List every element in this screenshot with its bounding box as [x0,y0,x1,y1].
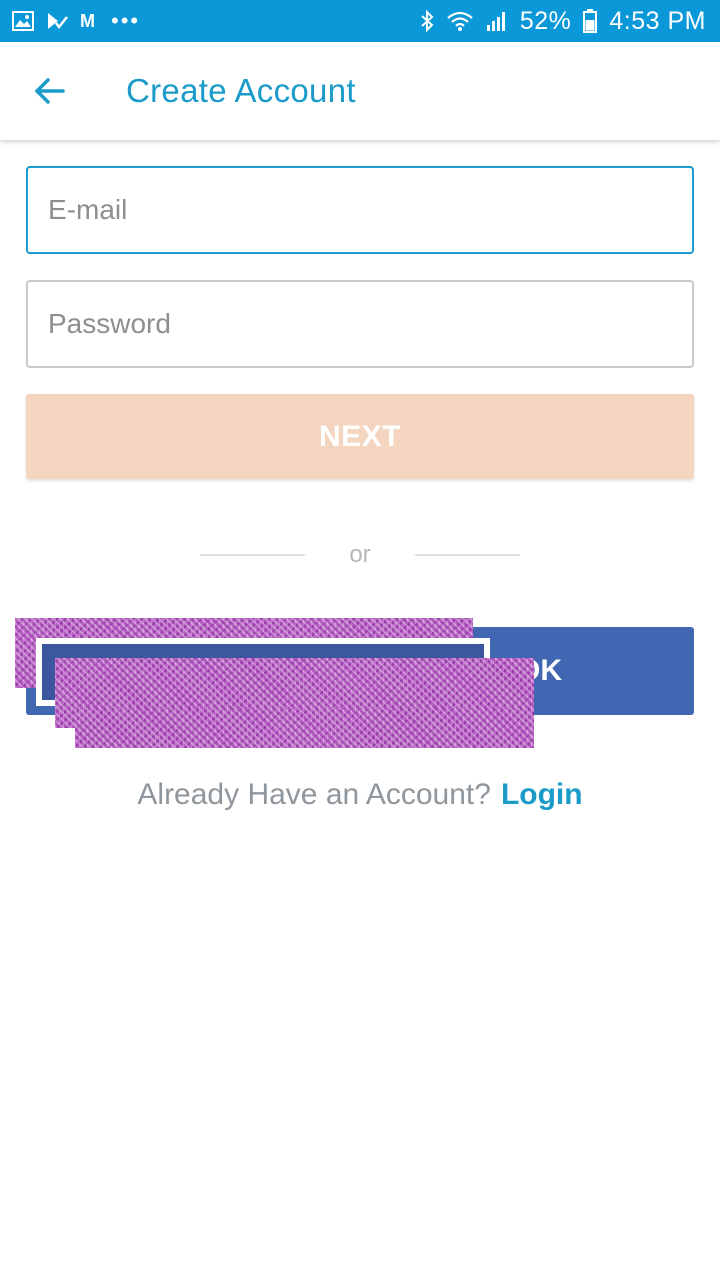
battery-percent: 52% [519,6,572,35]
image-icon [12,11,34,31]
email-placeholder: E-mail [48,194,128,225]
signal-icon [486,10,508,32]
next-button-label: NEXT [318,419,401,453]
or-divider: or [0,530,720,580]
system-status-area: 52% 4:53 PM [420,7,706,36]
divider-line-right [414,554,520,556]
or-text: or [349,541,371,568]
back-button[interactable] [20,61,80,121]
page-title: Create Account [126,72,356,109]
app-bar: Create Account [0,42,720,140]
email-field[interactable]: E-mail [26,166,694,254]
login-prompt-row: Already Have an Account? Login [0,770,720,820]
next-button[interactable]: NEXT [26,394,694,479]
gmail-icon: M [80,10,95,31]
divider-line-left [200,554,306,556]
notification-area: M ••• [12,8,140,34]
clock: 4:53 PM [609,6,706,35]
password-field[interactable]: Password [26,280,694,368]
login-link[interactable]: Login [501,778,583,812]
redaction-block [75,708,534,748]
battery-icon [583,9,598,33]
arrow-left-icon [35,78,65,104]
login-prompt-text: Already Have an Account? [137,778,491,811]
password-placeholder: Password [48,308,171,339]
more-icon: ••• [111,8,141,33]
status-bar: M ••• 52% 4:53 PM [0,0,720,42]
wifi-icon [446,10,474,32]
checklist-icon [46,11,68,31]
bluetooth-icon [420,9,434,33]
